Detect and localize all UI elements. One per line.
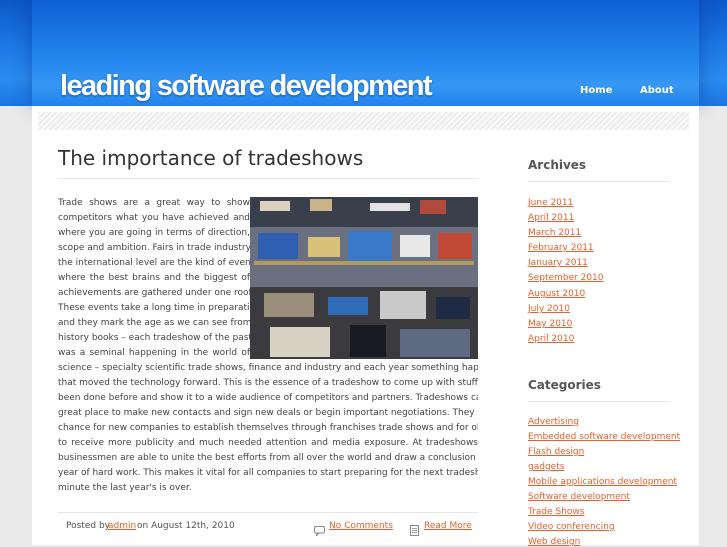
post-text-line: great place to make new contacts and sig… [58, 408, 478, 418]
categories-divider [528, 401, 669, 402]
archive-link[interactable]: September 2010 [528, 273, 604, 283]
archive-link[interactable]: April 2011 [528, 213, 574, 223]
post-text-line: the international level are the kind of … [58, 258, 250, 268]
post-text-line: scope and ambition. Fairs in trade indus… [58, 243, 250, 253]
archive-link[interactable]: July 2010 [528, 304, 570, 314]
post-text-line: and they mark the age as we can see from [58, 318, 250, 328]
archives-divider [528, 181, 669, 182]
post-text-line: competitors what you have achieved and [58, 213, 250, 223]
archive-link[interactable]: March 2011 [528, 228, 581, 238]
comments-link[interactable]: No Comments [329, 521, 393, 531]
post-text-line: These events take a long time in prepara… [58, 303, 250, 313]
category-link[interactable]: Flash design [528, 447, 584, 457]
post-text-line: Trade shows are a great way to show [58, 198, 250, 208]
author-link[interactable]: admin [108, 521, 136, 531]
archive-link[interactable]: May 2010 [528, 319, 572, 329]
tradeshow-photo [250, 197, 478, 359]
read-more-link[interactable]: Read More [424, 521, 472, 531]
category-link[interactable]: Embedded software development [528, 432, 680, 442]
categories-heading: Categories [528, 378, 601, 392]
archive-link[interactable]: April 2010 [528, 334, 574, 344]
site-title[interactable]: leading software development [60, 70, 433, 103]
post-text-line: year of hard work. This makes it vital f… [58, 468, 478, 478]
comment-icon [314, 521, 325, 540]
post-text-line: achievements are gathered under one roof… [58, 288, 250, 298]
nav-about-link[interactable]: About [640, 85, 674, 96]
category-link[interactable]: Mobile applications development [528, 477, 677, 487]
post-text-line: businessmen are able to unite the best e… [58, 453, 478, 463]
archive-link[interactable]: January 2011 [528, 258, 588, 268]
post-text-line: chance for new companies to establish th… [58, 423, 478, 433]
archive-link[interactable]: June 2011 [528, 198, 573, 208]
archive-link[interactable]: February 2011 [528, 243, 594, 253]
posted-by-label: Posted by [66, 521, 110, 531]
post-text-line: that moved the technology forward. This … [58, 378, 478, 388]
category-link[interactable]: Trade Shows [528, 507, 584, 517]
decorative-stripe [38, 112, 689, 130]
post-title[interactable]: The importance of tradeshows [58, 146, 363, 170]
post-text-line: where you are going in terms of directio… [58, 228, 250, 238]
category-link[interactable]: Advertising [528, 417, 579, 427]
post-text-line: been done before and show it to a wide a… [58, 393, 478, 403]
category-link[interactable]: Web design [528, 537, 580, 547]
post-text-line: minute the last year's is over. [58, 483, 192, 493]
archives-heading: Archives [528, 158, 587, 172]
nav-home-link[interactable]: Home [580, 85, 612, 96]
title-divider [58, 178, 478, 179]
post-text-line: was a seminal happening in the world of [58, 348, 250, 358]
post-text-line: history books – each tradeshow of the pa… [58, 333, 250, 343]
post-text-line: where the best brains and the biggest of [58, 273, 250, 283]
category-link[interactable]: Video conferencing [528, 522, 615, 532]
category-link[interactable]: gadgets [528, 462, 564, 472]
meta-divider [58, 512, 478, 513]
post-text-line: science – specialty scientific trade sho… [58, 363, 478, 373]
post-date: on August 12th, 2010 [137, 521, 235, 531]
archive-link[interactable]: August 2010 [528, 289, 585, 299]
post-text-line: to receive more publicity and much neede… [58, 438, 478, 448]
document-icon [410, 521, 419, 540]
category-link[interactable]: Software development [528, 492, 630, 502]
